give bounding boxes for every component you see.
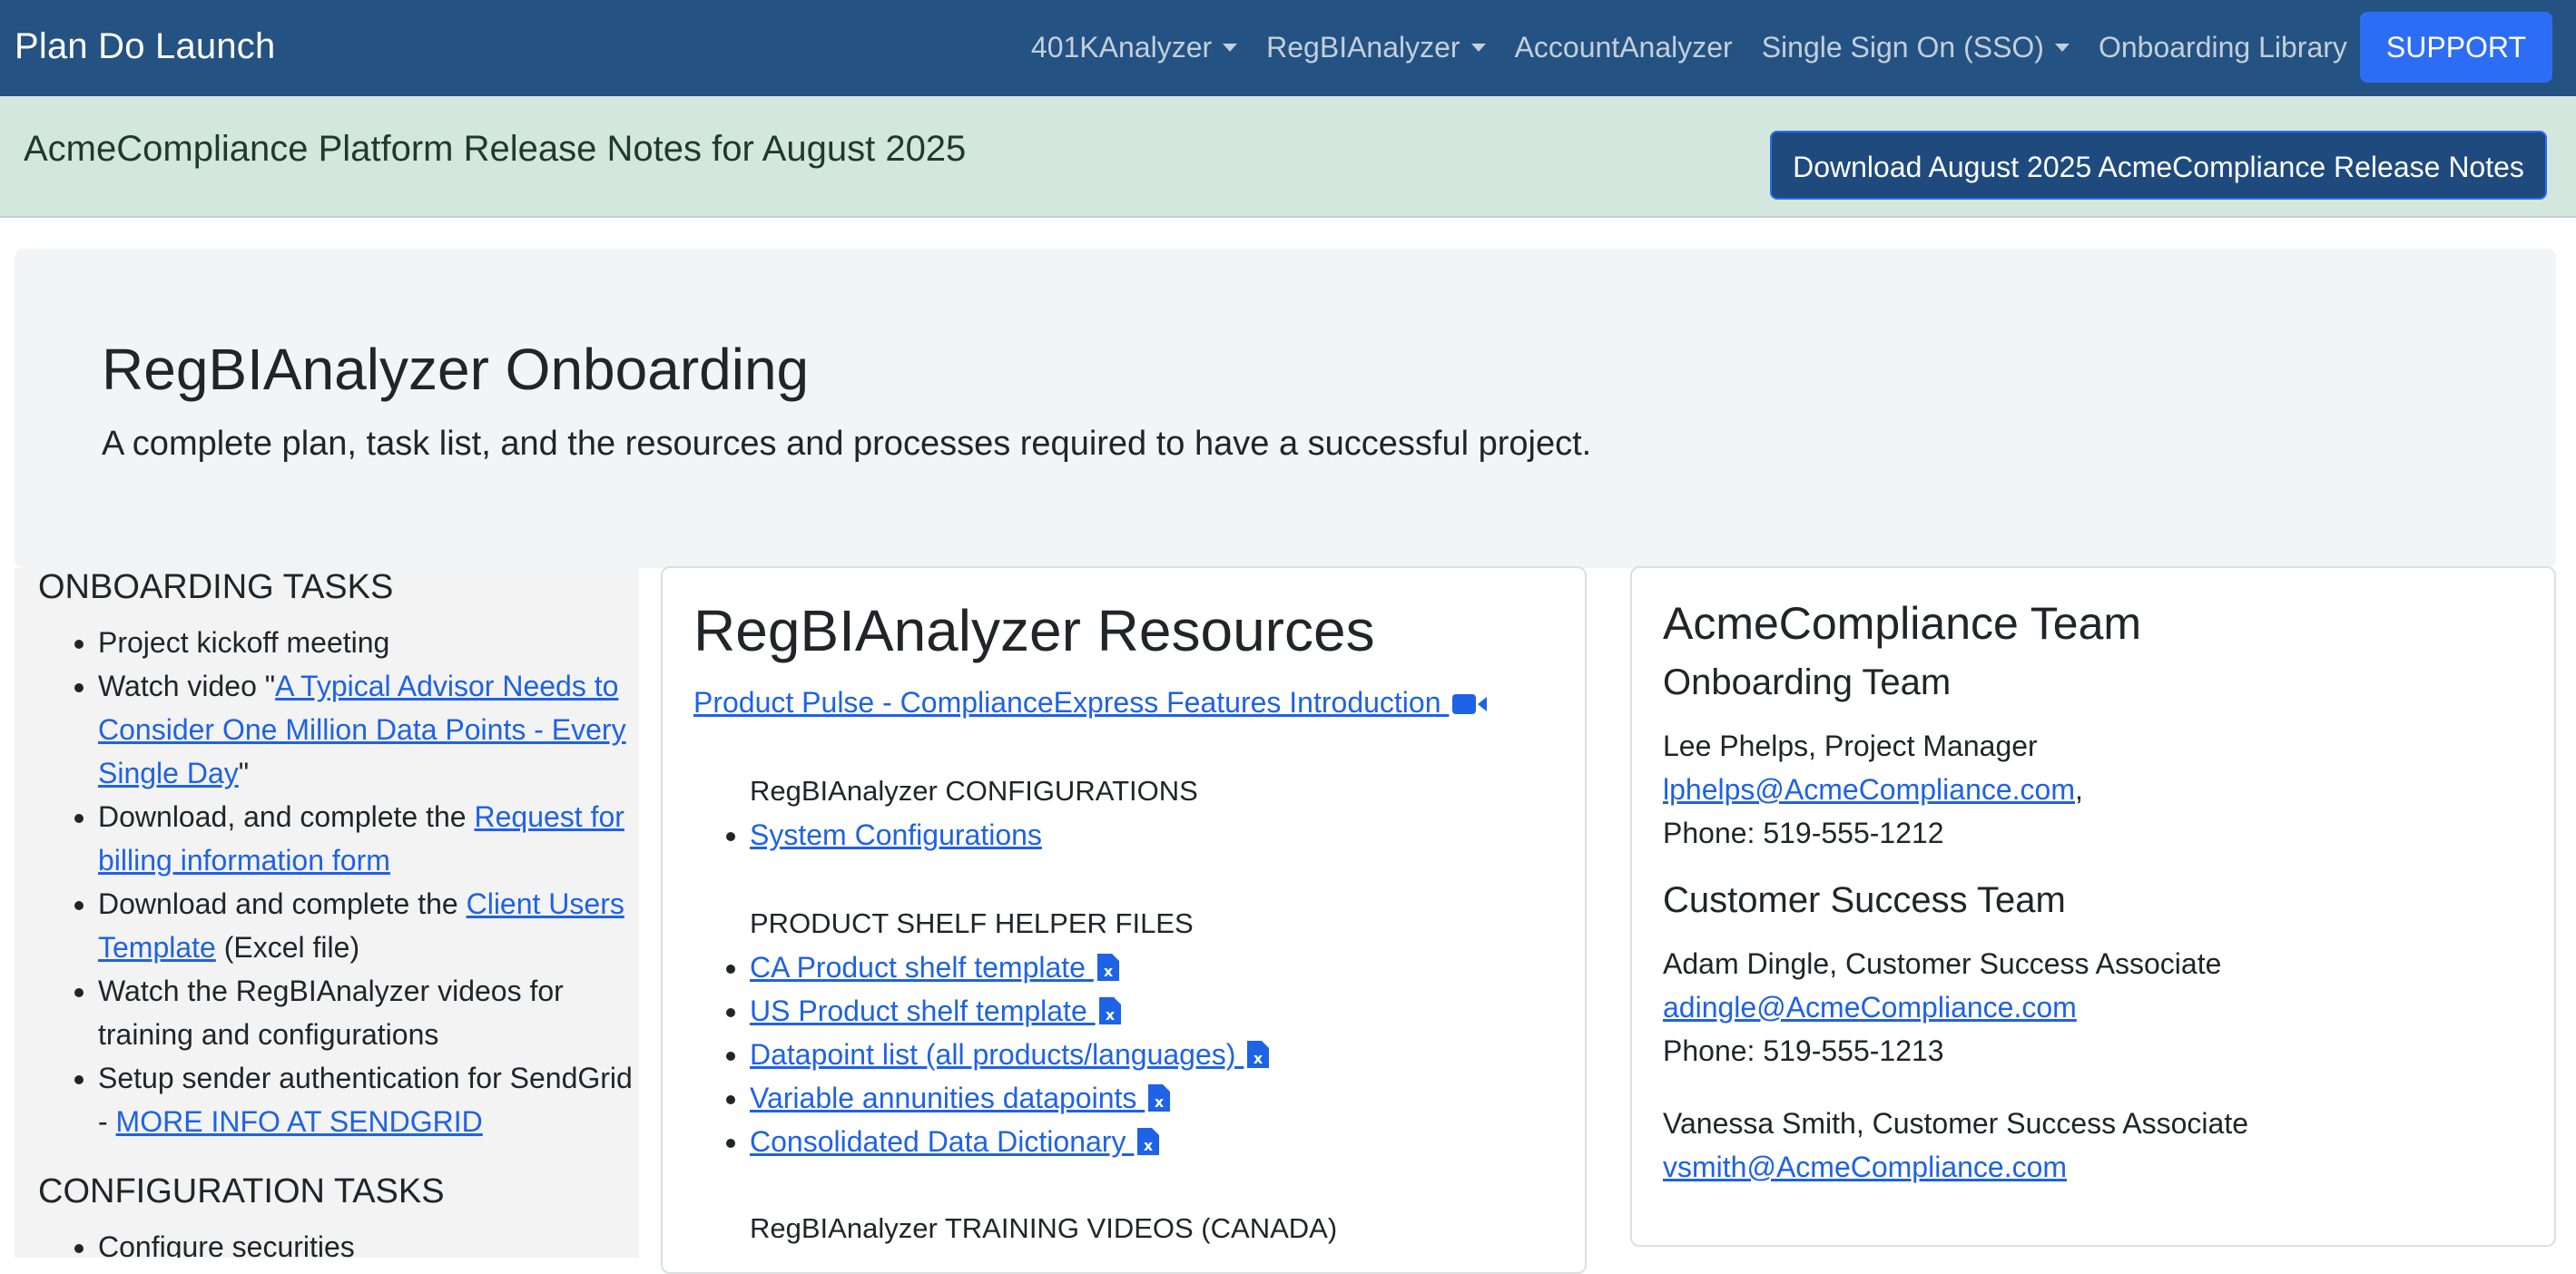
task-text: Watch video " [98,670,276,702]
onboarding-tasks-heading: ONBOARDING TASKS [38,568,394,606]
nav-item-label: AccountAnalyzer [1514,30,1733,64]
download-release-notes-button[interactable]: Download August 2025 AcmeCompliance Rele… [1770,131,2547,200]
team-card: AcmeCompliance Team Onboarding Team Lee … [1630,566,2556,1247]
page-title: RegBIAnalyzer Onboarding [102,337,810,402]
link-label: Product Pulse - ComplianceExpress Featur… [693,686,1450,719]
excel-file-icon: x [1148,1084,1171,1112]
product-shelf-list: CA Product shelf template x US Product s… [693,946,1270,1163]
page-subtitle: A complete plan, task list, and the reso… [102,425,1592,463]
configuration-tasks-heading: CONFIGURATION TASKS [38,1172,445,1210]
contact-email-row: lphelps@AcmeCompliance.com, [1663,768,2083,811]
link-label: US Product shelf template [750,995,1096,1027]
configurations-list: System Configurations [693,813,1042,857]
onboarding-task-list: Project kickoff meeting Watch video "A T… [38,621,637,1143]
list-item: Variable annunities datapoints x [750,1076,1269,1120]
brand-logo-text[interactable]: Plan Do Launch [15,24,275,69]
hero-jumbotron: RegBIAnalyzer Onboarding A complete plan… [15,249,2556,568]
team-title: AcmeCompliance Team [1663,598,2142,649]
nav-item-onboarding-library[interactable]: Onboarding Library [2099,31,2347,64]
nav-item-sso[interactable]: Single Sign On (SSO) [1762,31,2070,64]
excel-file-icon: x [1096,954,1119,981]
system-configurations-link[interactable]: System Configurations [750,818,1042,851]
nav-item-label: Single Sign On (SSO) [1761,30,2044,64]
data-dictionary-link[interactable]: Consolidated Data Dictionary x [750,1125,1160,1158]
list-item: Configure securities [98,1225,637,1258]
nav-item-401kanalyzer[interactable]: 401KAnalyzer [1030,30,1238,64]
excel-file-icon: x [1137,1128,1160,1155]
excel-file-icon: x [1098,997,1121,1024]
lee-email-link[interactable]: lphelps@AcmeCompliance.com [1663,773,2075,806]
list-item: Watch the RegBIAnalyzer videos for train… [98,969,637,1056]
link-label: Consolidated Data Dictionary [750,1125,1135,1158]
contact-email-row: adingle@AcmeCompliance.com [1663,985,2077,1029]
list-item: Project kickoff meeting [98,621,637,664]
list-item: Consolidated Data Dictionary x [750,1120,1269,1163]
nav-menu: 401KAnalyzer RegBIAnalyzer AccountAnalyz… [1002,12,2552,83]
list-item: US Product shelf template x [750,989,1269,1033]
configuration-task-list: Configure securities [38,1225,637,1258]
svg-text:x: x [1254,1050,1263,1067]
list-item: System Configurations [750,813,1042,857]
list-item: Datapoint list (all products/languages) … [750,1033,1270,1076]
list-item: Download, and complete the Request for b… [98,795,637,882]
contact-phone: Phone: 519-555-1213 [1663,1034,1944,1067]
datapoint-list-link[interactable]: Datapoint list (all products/languages) … [750,1038,1270,1071]
ca-product-shelf-link[interactable]: CA Product shelf template x [750,951,1119,984]
nav-item-accountanalyzer[interactable]: AccountAnalyzer [1515,31,1733,64]
contact-email-row: vsmith@AcmeCompliance.com [1663,1145,2067,1189]
adam-email-link[interactable]: adingle@AcmeCompliance.com [1663,991,2077,1024]
list-item: Download and complete the Client Users T… [98,882,637,969]
release-notes-banner: AcmeCompliance Platform Release Notes fo… [0,96,2576,218]
contact-name: Vanessa Smith, Customer Success Associat… [1663,1107,2249,1140]
task-text: " [238,757,250,789]
task-text: (Excel file) [215,931,360,964]
task-text: Download, and complete the [98,800,475,833]
contact-phone: Phone: 519-555-1212 [1663,817,1944,849]
task-text: Configure securities [98,1230,355,1258]
resources-card: RegBIAnalyzer Resources Product Pulse - … [661,566,1587,1274]
configurations-label: RegBIAnalyzer CONFIGURATIONS [750,775,1198,807]
support-button[interactable]: SUPPORT [2359,12,2552,83]
chevron-down-icon [1470,43,1486,52]
onboarding-team-heading: Onboarding Team [1663,662,1952,702]
customer-success-heading: Customer Success Team [1663,880,2066,920]
nav-item-label: Onboarding Library [2098,30,2347,64]
nav-item-label: 401KAnalyzer [1030,30,1213,64]
svg-text:x: x [1105,1006,1115,1024]
list-item: Setup sender authentication for SendGrid… [98,1056,637,1143]
variable-annuities-link[interactable]: Variable annunities datapoints x [750,1082,1171,1114]
link-label: Variable annunities datapoints [750,1082,1145,1114]
resources-title: RegBIAnalyzer Resources [693,598,1375,663]
contact-name: Adam Dingle, Customer Success Associate [1663,947,2222,980]
list-item: Watch video "A Typical Advisor Needs to … [98,664,637,795]
tasks-sidebar: ONBOARDING TASKS Project kickoff meeting… [15,568,639,1258]
svg-text:x: x [1155,1093,1165,1111]
contact-name: Lee Phelps, Project Manager [1663,730,2038,762]
release-notes-text: AcmeCompliance Platform Release Notes fo… [24,129,967,169]
task-text: Download and complete the [98,887,467,920]
product-shelf-label: PRODUCT SHELF HELPER FILES [750,907,1194,939]
video-camera-icon [1452,694,1488,714]
link-label: Datapoint list (all products/languages) [750,1038,1244,1071]
svg-text:x: x [1104,963,1114,980]
sendgrid-info-link[interactable]: MORE INFO AT SENDGRID [116,1105,483,1138]
features-intro-video-link[interactable]: Product Pulse - ComplianceExpress Featur… [693,686,1488,720]
vanessa-email-link[interactable]: vsmith@AcmeCompliance.com [1663,1151,2067,1183]
chevron-down-icon [2054,43,2070,52]
separator-text: , [2075,773,2083,806]
list-item: CA Product shelf template x [750,946,1269,989]
nav-item-regbianalyzer[interactable]: RegBIAnalyzer [1266,30,1486,64]
excel-file-icon: x [1247,1041,1270,1068]
task-text: Project kickoff meeting [98,626,390,659]
us-product-shelf-link[interactable]: US Product shelf template x [750,995,1121,1027]
task-text: Watch the RegBIAnalyzer videos for train… [98,975,564,1051]
link-label: CA Product shelf template [750,951,1094,984]
training-videos-label: RegBIAnalyzer TRAINING VIDEOS (CANADA) [750,1212,1338,1244]
nav-item-label: RegBIAnalyzer [1266,30,1460,64]
chevron-down-icon [1223,43,1238,52]
top-navbar: Plan Do Launch 401KAnalyzer RegBIAnalyze… [0,0,2576,96]
svg-text:x: x [1144,1137,1154,1154]
